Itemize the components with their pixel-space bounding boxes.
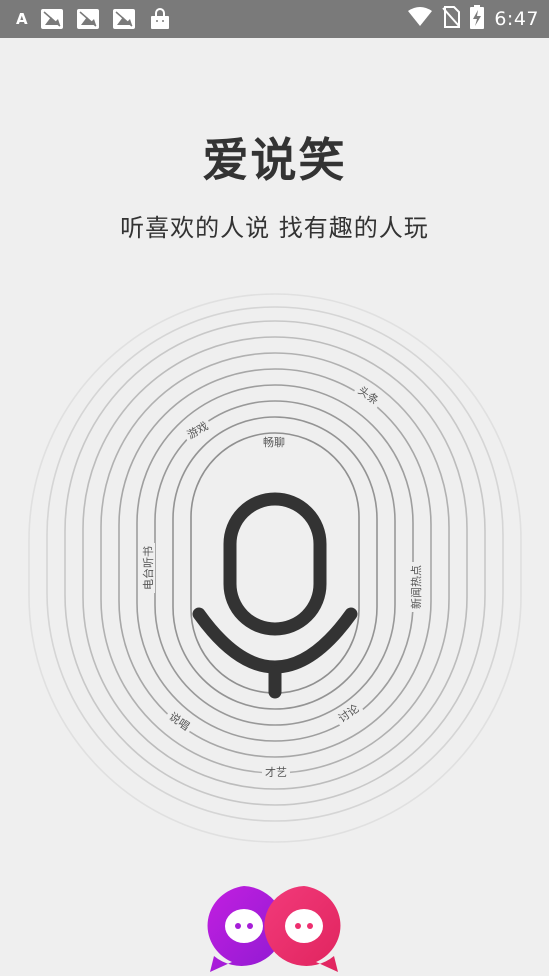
shopping-bag-icon bbox=[149, 8, 171, 30]
chat-bubbles-logo bbox=[198, 880, 350, 976]
topic-label-talent: 才艺 bbox=[262, 767, 290, 779]
wifi-icon bbox=[408, 7, 433, 31]
status-bar: A 6:47 bbox=[0, 0, 549, 38]
topic-label-radio: 电台听书 bbox=[142, 543, 155, 593]
status-right-icons: 6:47 bbox=[408, 0, 539, 38]
topic-rings: 畅聊 游戏 头条 电台听书 新闻热点 说唱 讨论 才艺 bbox=[0, 290, 549, 860]
microphone-icon bbox=[192, 492, 358, 699]
status-time: 6:47 bbox=[494, 8, 539, 30]
app-store-icon: A bbox=[16, 10, 28, 28]
app-slogan: 听喜欢的人说 找有趣的人玩 bbox=[120, 214, 429, 242]
no-sim-icon bbox=[442, 6, 461, 32]
splash-screen: A 6:47 爱说笑 听喜欢的人说 找有趣的人玩 畅聊 游戏 头条 电台听书 新… bbox=[0, 0, 549, 976]
topic-label-hot-news: 新闻热点 bbox=[410, 562, 423, 612]
battery-charging-icon bbox=[470, 5, 485, 33]
status-left-icons: A bbox=[16, 0, 171, 38]
image-notification-icon bbox=[40, 9, 63, 29]
topic-label-chat: 畅聊 bbox=[260, 437, 288, 449]
image-notification-icon bbox=[76, 9, 99, 29]
app-title: 爱说笑 bbox=[202, 133, 347, 187]
image-notification-icon bbox=[112, 9, 135, 29]
